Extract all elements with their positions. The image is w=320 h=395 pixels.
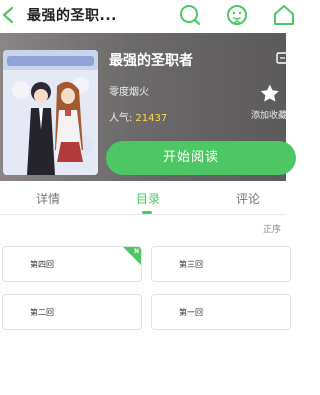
start-reading-button[interactable]: 开始阅读 xyxy=(106,141,296,175)
chapter-label: 第三回 xyxy=(179,260,203,269)
search-icon[interactable] xyxy=(178,3,202,27)
tab-comments[interactable]: 评论 xyxy=(236,190,260,207)
book-author: 零度烟火 xyxy=(109,87,149,98)
chapter-item[interactable]: 第一回 xyxy=(151,294,291,330)
chapter-label: 第二回 xyxy=(30,308,54,317)
add-favorite-label[interactable]: 添加收藏 xyxy=(251,108,286,121)
tab-details[interactable]: 详情 xyxy=(36,190,60,207)
top-bar: 最强的圣职... xyxy=(0,0,294,33)
chapter-item[interactable]: 第三回 xyxy=(151,246,291,282)
popularity: 人气: 21437 xyxy=(109,109,167,124)
popularity-value: 21437 xyxy=(135,113,168,124)
chapter-label: 第四回 xyxy=(30,260,54,269)
page-title: 最强的圣职... xyxy=(27,8,117,24)
book-cover[interactable] xyxy=(3,50,98,175)
tab-catalog[interactable]: 目录 xyxy=(136,190,160,207)
cover-illustration xyxy=(3,50,98,175)
share-icon[interactable] xyxy=(276,51,286,65)
sort-order-toggle[interactable]: 正序 xyxy=(263,222,281,235)
face-icon[interactable] xyxy=(225,3,249,27)
back-arrow-icon[interactable] xyxy=(0,4,20,26)
book-title: 最强的圣职者 xyxy=(109,53,193,69)
new-badge-label: N xyxy=(133,248,139,255)
home-icon[interactable] xyxy=(272,3,296,27)
chapter-label: 第一回 xyxy=(179,308,203,317)
tab-bar: 详情 目录 评论 xyxy=(0,186,286,214)
chapter-item[interactable]: 第二回 xyxy=(2,294,142,330)
popularity-label: 人气: xyxy=(109,113,133,124)
chapter-item[interactable]: 第四回 N xyxy=(2,246,142,282)
tab-divider xyxy=(0,214,286,215)
